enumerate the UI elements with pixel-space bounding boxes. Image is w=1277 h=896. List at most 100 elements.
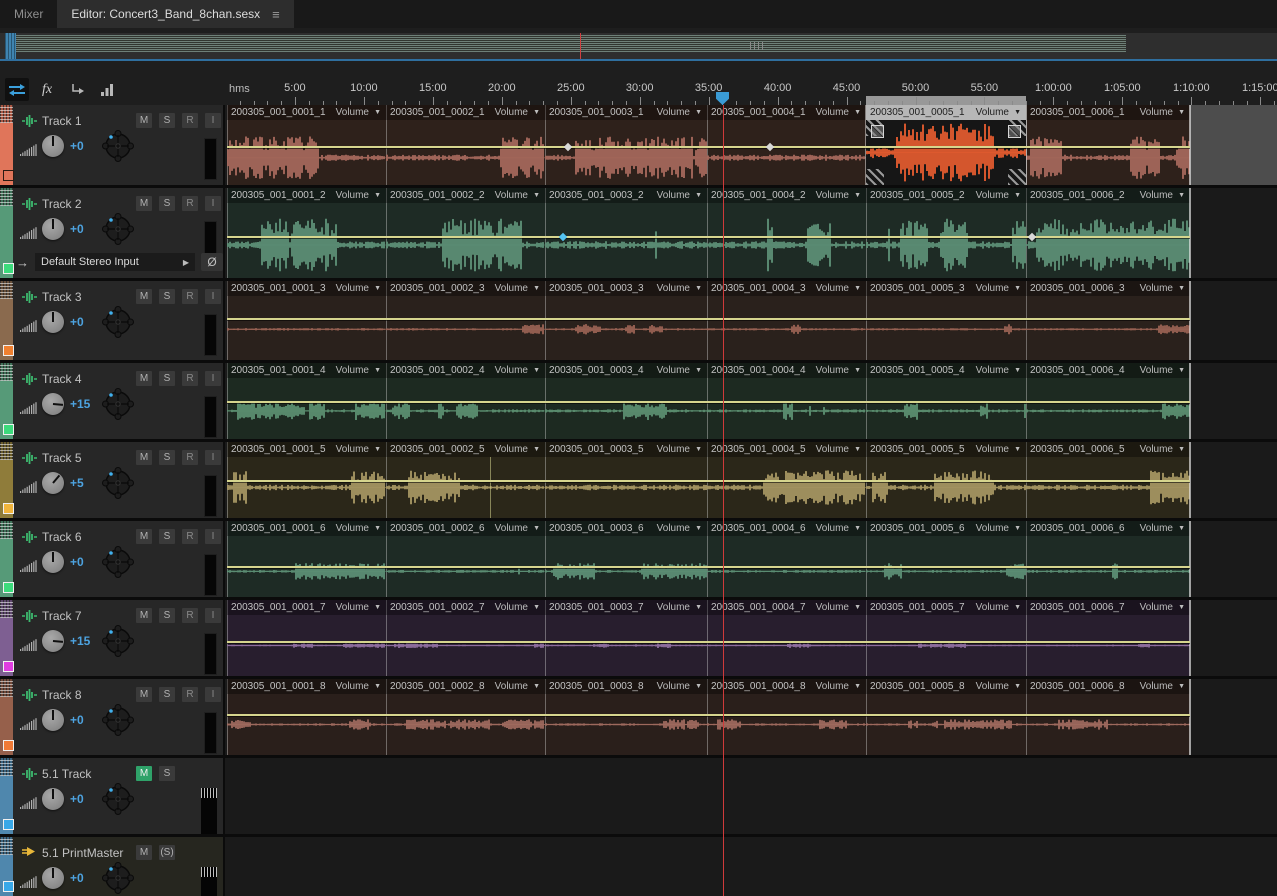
- clip-volume-dropdown[interactable]: Volume: [657, 190, 690, 201]
- solo-button[interactable]: S: [159, 196, 175, 211]
- clip-volume-dropdown[interactable]: Volume: [657, 523, 690, 534]
- mute-button[interactable]: M: [136, 450, 152, 465]
- surround-pan-knob[interactable]: [100, 624, 136, 663]
- volume-envelope-line[interactable]: [227, 566, 1190, 568]
- zoom-navigator-bar[interactable]: [0, 33, 1277, 61]
- surround-pan-knob[interactable]: [100, 466, 136, 505]
- clip-volume-dropdown[interactable]: Volume: [816, 107, 849, 118]
- clip-header-bar[interactable]: 200305_001_0002_1Volume▼: [386, 105, 545, 120]
- clip-header-bar[interactable]: 200305_001_0003_4Volume▼: [545, 363, 707, 378]
- solo-button[interactable]: S: [159, 608, 175, 623]
- record-arm-button[interactable]: R: [182, 289, 198, 304]
- routing-icon[interactable]: [65, 78, 89, 101]
- volume-envelope-line[interactable]: [227, 480, 1190, 482]
- audio-clip[interactable]: 200305_001_0003_7Volume▼: [545, 600, 707, 676]
- mute-button[interactable]: M: [136, 608, 152, 623]
- record-arm-button[interactable]: R: [182, 608, 198, 623]
- track-lane[interactable]: 200305_001_0001_3Volume▼200305_001_0002_…: [225, 281, 1277, 360]
- track-color-square[interactable]: [3, 661, 14, 672]
- solo-button[interactable]: S: [159, 766, 175, 781]
- clip-header-bar[interactable]: 200305_001_0001_2Volume▼: [227, 188, 386, 203]
- volume-knob[interactable]: [42, 472, 64, 494]
- input-source-field[interactable]: Default Stereo Input▶: [35, 253, 195, 271]
- volume-envelope-line[interactable]: [227, 318, 1190, 320]
- track-drag-grip-icon[interactable]: [0, 281, 13, 299]
- patch-toggle-icon[interactable]: [5, 78, 29, 101]
- clip-header-bar[interactable]: 200305_001_0001_3Volume▼: [227, 281, 386, 296]
- surround-pan-knob[interactable]: [100, 305, 136, 344]
- clip-header-bar[interactable]: 200305_001_0006_3Volume▼: [1026, 281, 1190, 296]
- clip-volume-dropdown[interactable]: Volume: [816, 602, 849, 613]
- clip-volume-dropdown[interactable]: Volume: [495, 365, 528, 376]
- clip-header-bar[interactable]: 200305_001_0004_6Volume▼: [707, 521, 866, 536]
- audio-clip[interactable]: 200305_001_0001_6Volume▼: [227, 521, 386, 597]
- input-monitor-button[interactable]: I: [205, 450, 221, 465]
- audio-clip[interactable]: 200305_001_0002_3Volume▼: [386, 281, 545, 360]
- audio-clip[interactable]: 200305_001_0004_7Volume▼: [707, 600, 866, 676]
- track-lane[interactable]: 200305_001_0001_7Volume▼200305_001_0002_…: [225, 600, 1277, 676]
- surround-pan-knob[interactable]: [100, 782, 136, 821]
- surround-pan-knob[interactable]: [100, 545, 136, 584]
- track-drag-grip-icon[interactable]: [0, 758, 13, 776]
- audio-clip[interactable]: 200305_001_0001_3Volume▼: [227, 281, 386, 360]
- surround-pan-knob[interactable]: [100, 703, 136, 742]
- audio-clip[interactable]: 200305_001_0001_1Volume▼: [227, 105, 386, 185]
- clip-header-bar[interactable]: 200305_001_0002_8Volume▼: [386, 679, 545, 694]
- clip-header-bar[interactable]: 200305_001_0005_8Volume▼: [866, 679, 1026, 694]
- solo-safe-button[interactable]: (S): [159, 845, 175, 860]
- record-arm-button[interactable]: R: [182, 687, 198, 702]
- audio-clip[interactable]: 200305_001_0005_6Volume▼: [866, 521, 1026, 597]
- clip-volume-dropdown[interactable]: Volume: [336, 283, 369, 294]
- clip-volume-dropdown[interactable]: Volume: [976, 107, 1009, 118]
- track-drag-grip-icon[interactable]: [0, 600, 13, 618]
- clip-header-bar[interactable]: 200305_001_0004_5Volume▼: [707, 442, 866, 457]
- input-monitor-button[interactable]: I: [205, 289, 221, 304]
- clip-volume-dropdown[interactable]: Volume: [336, 190, 369, 201]
- clip-volume-dropdown[interactable]: Volume: [336, 681, 369, 692]
- track-drag-grip-icon[interactable]: [0, 105, 13, 123]
- clip-volume-dropdown[interactable]: Volume: [495, 283, 528, 294]
- audio-clip[interactable]: 200305_001_0005_2Volume▼: [866, 188, 1026, 278]
- clip-header-bar[interactable]: 200305_001_0004_2Volume▼: [707, 188, 866, 203]
- audio-clip[interactable]: 200305_001_0005_8Volume▼: [866, 679, 1026, 755]
- volume-knob[interactable]: [42, 630, 64, 652]
- audio-clip[interactable]: 200305_001_0005_7Volume▼: [866, 600, 1026, 676]
- audio-clip[interactable]: 200305_001_0004_3Volume▼: [707, 281, 866, 360]
- clip-header-bar[interactable]: 200305_001_0001_1Volume▼: [227, 105, 386, 120]
- mute-button[interactable]: M: [136, 529, 152, 544]
- clip-volume-dropdown[interactable]: Volume: [657, 681, 690, 692]
- track-color-square[interactable]: [3, 881, 14, 892]
- solo-button[interactable]: S: [159, 529, 175, 544]
- input-monitor-button[interactable]: I: [205, 371, 221, 386]
- clip-header-bar[interactable]: 200305_001_0002_4Volume▼: [386, 363, 545, 378]
- input-monitor-button[interactable]: I: [205, 608, 221, 623]
- input-monitor-button[interactable]: I: [205, 196, 221, 211]
- track-lane[interactable]: 200305_001_0001_4Volume▼200305_001_0002_…: [225, 363, 1277, 439]
- clip-volume-dropdown[interactable]: Volume: [976, 681, 1009, 692]
- audio-clip[interactable]: 200305_001_0006_2Volume▼: [1026, 188, 1190, 278]
- mute-button[interactable]: M: [136, 196, 152, 211]
- surround-pan-knob[interactable]: [100, 387, 136, 426]
- clip-header-bar[interactable]: 200305_001_0001_7Volume▼: [227, 600, 386, 615]
- timeline-ruler[interactable]: hms 5:0010:0015:0020:0025:0030:0035:0040…: [225, 76, 1277, 105]
- audio-clip[interactable]: 200305_001_0003_8Volume▼: [545, 679, 707, 755]
- clip-volume-dropdown[interactable]: Volume: [816, 681, 849, 692]
- mute-button[interactable]: M: [136, 687, 152, 702]
- clip-header-bar[interactable]: 200305_001_0006_8Volume▼: [1026, 679, 1190, 694]
- volume-knob[interactable]: [42, 311, 64, 333]
- clip-volume-dropdown[interactable]: Volume: [1140, 365, 1173, 376]
- clip-volume-dropdown[interactable]: Volume: [336, 365, 369, 376]
- clip-volume-dropdown[interactable]: Volume: [1140, 190, 1173, 201]
- clip-volume-dropdown[interactable]: Volume: [336, 602, 369, 613]
- volume-knob[interactable]: [42, 218, 64, 240]
- clip-volume-dropdown[interactable]: Volume: [976, 283, 1009, 294]
- clip-header-bar[interactable]: 200305_001_0002_2Volume▼: [386, 188, 545, 203]
- clip-header-bar[interactable]: 200305_001_0003_6Volume▼: [545, 521, 707, 536]
- clip-volume-dropdown[interactable]: Volume: [495, 190, 528, 201]
- fade-in-handle[interactable]: [871, 125, 884, 138]
- audio-clip[interactable]: 200305_001_0003_2Volume▼: [545, 188, 707, 278]
- mute-button[interactable]: M: [136, 289, 152, 304]
- clip-header-bar[interactable]: 200305_001_0002_7Volume▼: [386, 600, 545, 615]
- clip-volume-dropdown[interactable]: Volume: [336, 107, 369, 118]
- solo-button[interactable]: S: [159, 113, 175, 128]
